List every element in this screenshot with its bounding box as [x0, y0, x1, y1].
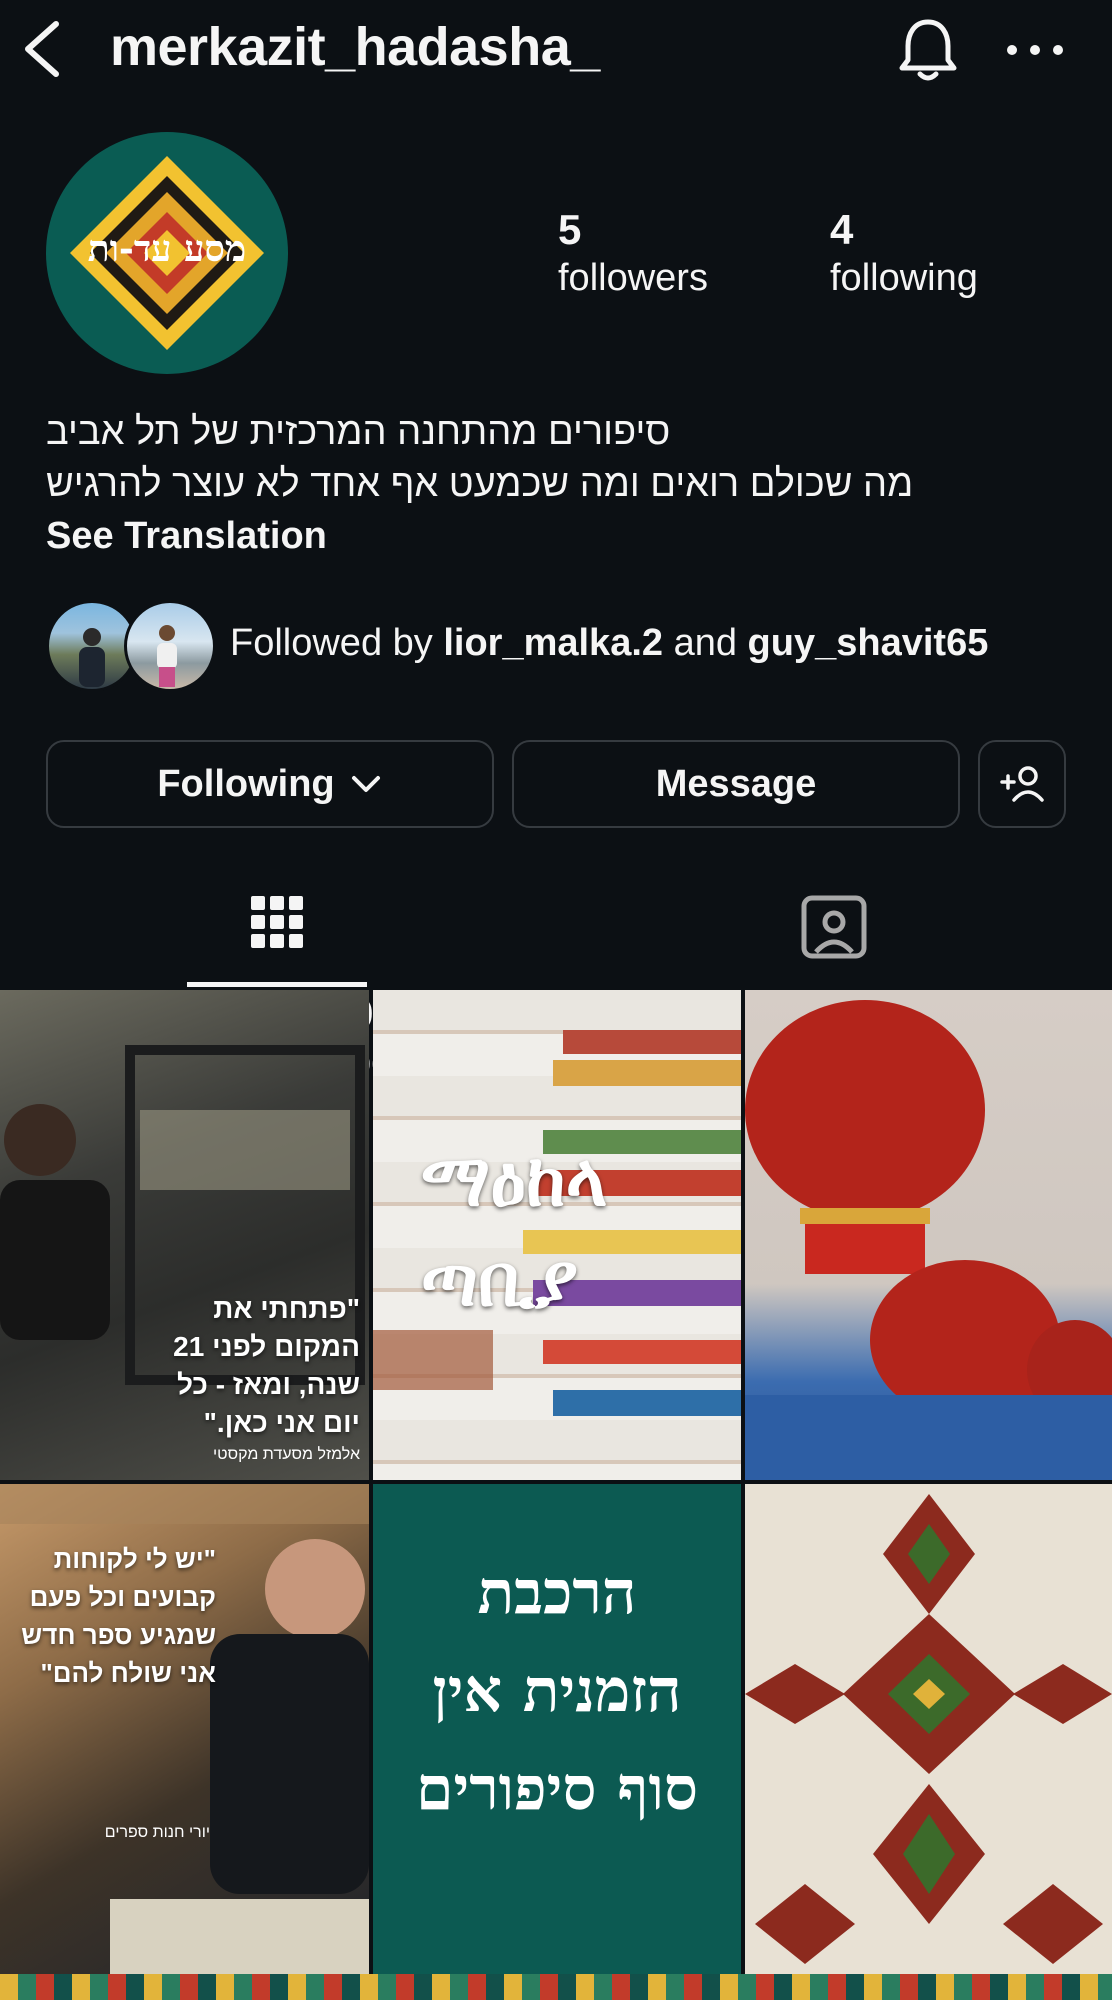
grid-icon	[251, 896, 303, 948]
followed-by-joiner: and	[673, 622, 737, 664]
profile-tabs	[0, 880, 1112, 990]
post-1-credit: אלמזל מסעדת מקסטי	[212, 1446, 360, 1463]
followers-number: 5	[558, 206, 582, 253]
following-button-label: Following	[157, 762, 335, 805]
message-button-label: Message	[655, 762, 817, 805]
tab-posts-grid[interactable]	[187, 880, 367, 990]
followed-by-user-1[interactable]: lior_malka.2	[443, 622, 663, 664]
active-tab-indicator	[187, 982, 367, 987]
top-bar: merkazit_hadasha_	[0, 0, 1112, 100]
post-1-caption: "פתחתי את המקום לפני 21 שנה, ומאז - כל י…	[173, 1293, 360, 1438]
more-icon[interactable]	[1004, 36, 1066, 64]
avatar-logo-text: מסע עד-ות	[87, 228, 247, 270]
profile-bio: סיפורים מהתחנה המרכזית של תל אביב מה שכו…	[46, 406, 1066, 562]
post-5-caption: הרכבת הזמנית אין סוף סיפורים	[416, 1558, 698, 1824]
post-1[interactable]: "פתחתי את המקום לפני 21 שנה, ומאז - כל י…	[0, 990, 369, 1480]
add-person-button[interactable]	[978, 740, 1066, 828]
followed-by[interactable]: Followed by lior_malka.2 and guy_shavit6…	[46, 600, 1086, 692]
post-6[interactable]	[745, 1484, 1112, 1974]
post-4-caption: "יש לי לקוחות קבועים וכל פעם שמגיע ספר ח…	[21, 1544, 216, 1688]
posts-grid: "פתחתי את המקום לפני 21 שנה, ומאז - כל י…	[0, 990, 1112, 2000]
post-4-credit: יורי חנות ספרים	[104, 1824, 210, 1841]
followers-label: followers	[558, 257, 708, 299]
post-4[interactable]: "יש לי לקוחות קבועים וכל פעם שמגיע ספר ח…	[0, 1484, 369, 1974]
tab-tagged[interactable]	[744, 880, 924, 990]
next-row-preview	[0, 1974, 1112, 2000]
followed-by-prefix: Followed by	[230, 622, 433, 664]
follower-avatar-2	[124, 600, 216, 692]
following-count[interactable]: 4 following	[830, 206, 978, 302]
post-5[interactable]: הרכבת הזמנית אין סוף סיפורים	[373, 1484, 741, 1974]
profile-avatar[interactable]: מסע עד-ות	[46, 132, 288, 374]
profile-username: merkazit_hadasha_	[110, 17, 600, 77]
following-button[interactable]: Following	[46, 740, 494, 828]
followers-count[interactable]: 5 followers	[558, 206, 708, 302]
post-3[interactable]	[745, 990, 1112, 1480]
chevron-down-icon	[351, 776, 380, 792]
add-person-icon	[1000, 766, 1044, 802]
tagged-icon	[801, 895, 867, 959]
followed-by-text: Followed by lior_malka.2 and guy_shavit6…	[230, 622, 988, 665]
post-2[interactable]: ማዕከላ ጣቢያ	[373, 990, 741, 1480]
bio-line-1: סיפורים מהתחנה המרכזית של תל אביב	[46, 411, 671, 453]
message-button[interactable]: Message	[512, 740, 960, 828]
back-arrow-icon[interactable]	[18, 18, 68, 80]
followed-by-user-2[interactable]: guy_shavit65	[748, 622, 989, 664]
following-label: following	[830, 257, 978, 299]
post-6-image	[745, 1494, 1112, 1964]
bell-icon[interactable]	[896, 14, 960, 84]
bio-line-2: מה שכולם רואים ומה שכמעט אף אחד לא עוצר …	[46, 463, 914, 505]
following-number: 4	[830, 206, 854, 253]
post-3-image	[745, 1000, 1112, 1480]
post-2-caption: ማዕከላ ጣቢያ	[421, 1138, 608, 1322]
see-translation-link[interactable]: See Translation	[46, 510, 1066, 562]
